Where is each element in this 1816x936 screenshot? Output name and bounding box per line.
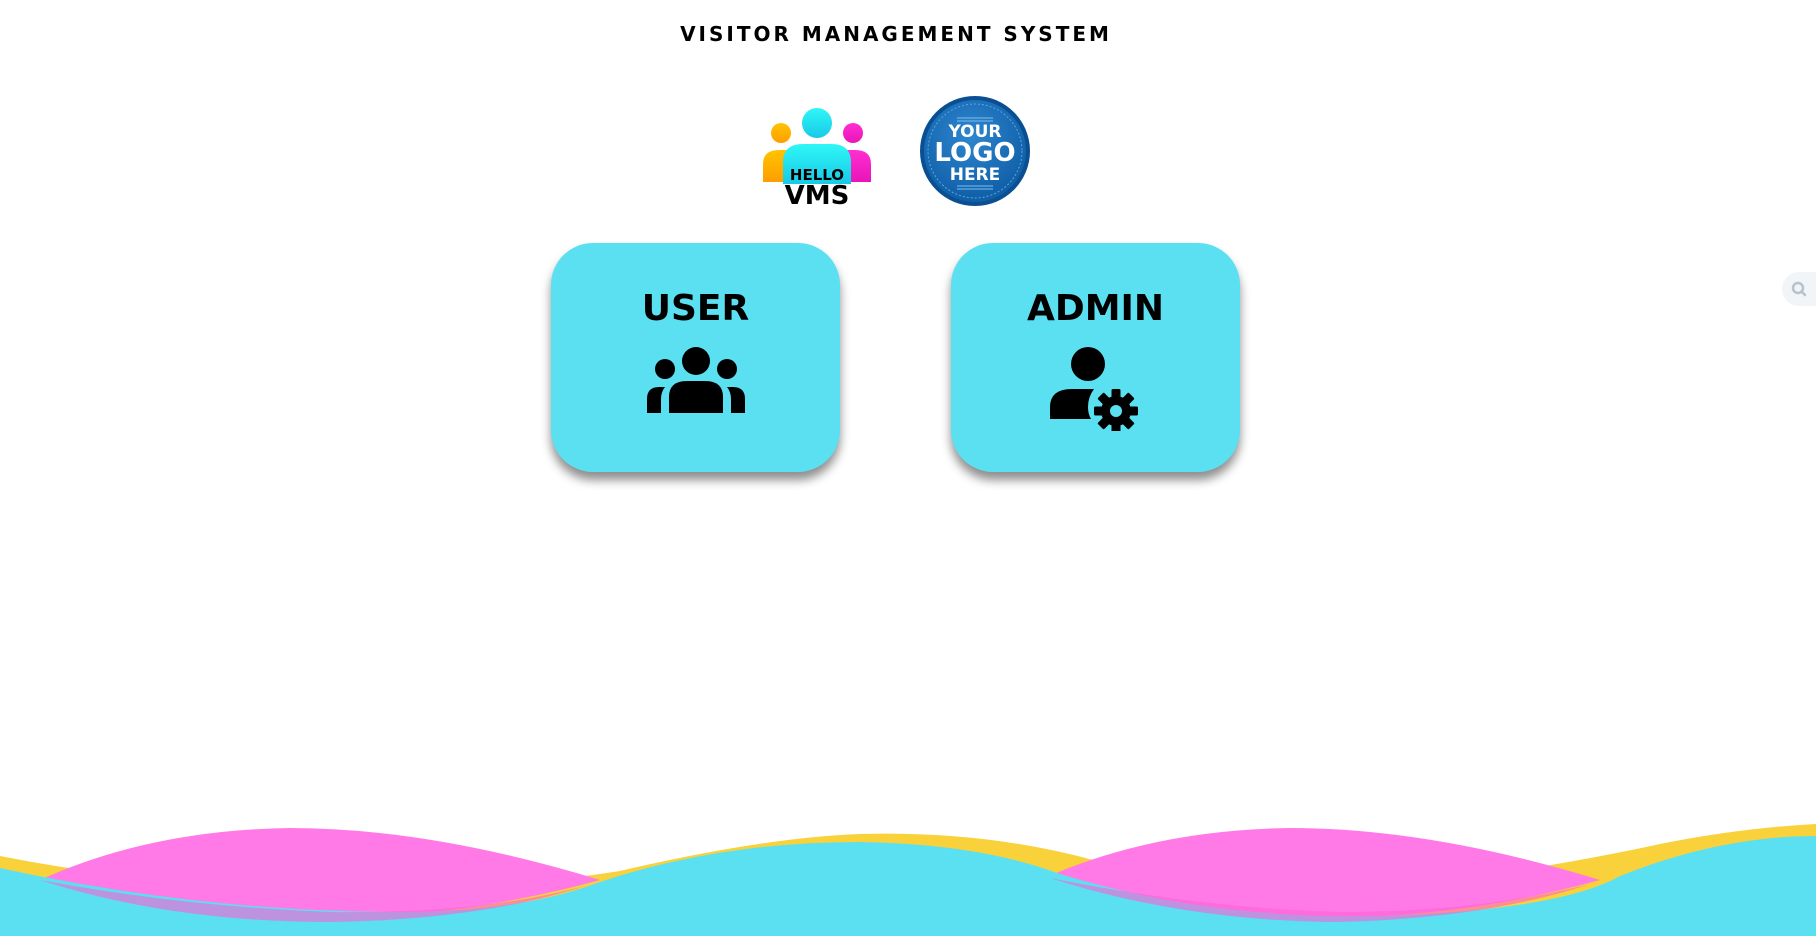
- footer-waves: [0, 824, 1816, 936]
- user-card-button[interactable]: USER: [551, 243, 840, 472]
- search-icon: [1791, 281, 1807, 297]
- group-icon: [646, 347, 745, 413]
- hello-vms-logo: HELLO VMS: [763, 108, 871, 206]
- hello-vms-logo-text-bottom: VMS: [785, 181, 850, 206]
- admin-card-label: ADMIN: [1026, 288, 1165, 329]
- side-panel-toggle[interactable]: [1782, 272, 1816, 306]
- admin-card-button[interactable]: ADMIN: [951, 243, 1240, 472]
- admin-settings-icon: [1049, 347, 1138, 431]
- badge-line-3: HERE: [950, 165, 1001, 185]
- badge-line-2: LOGO: [934, 138, 1015, 168]
- page: VISITOR MANAGEMENT SYSTEM HELLO VMS YOUR…: [0, 0, 1816, 936]
- user-card-label: USER: [641, 288, 750, 329]
- page-title: VISITOR MANAGEMENT SYSTEM: [680, 22, 1112, 46]
- your-logo-here-badge: YOUR LOGO HERE: [920, 96, 1030, 206]
